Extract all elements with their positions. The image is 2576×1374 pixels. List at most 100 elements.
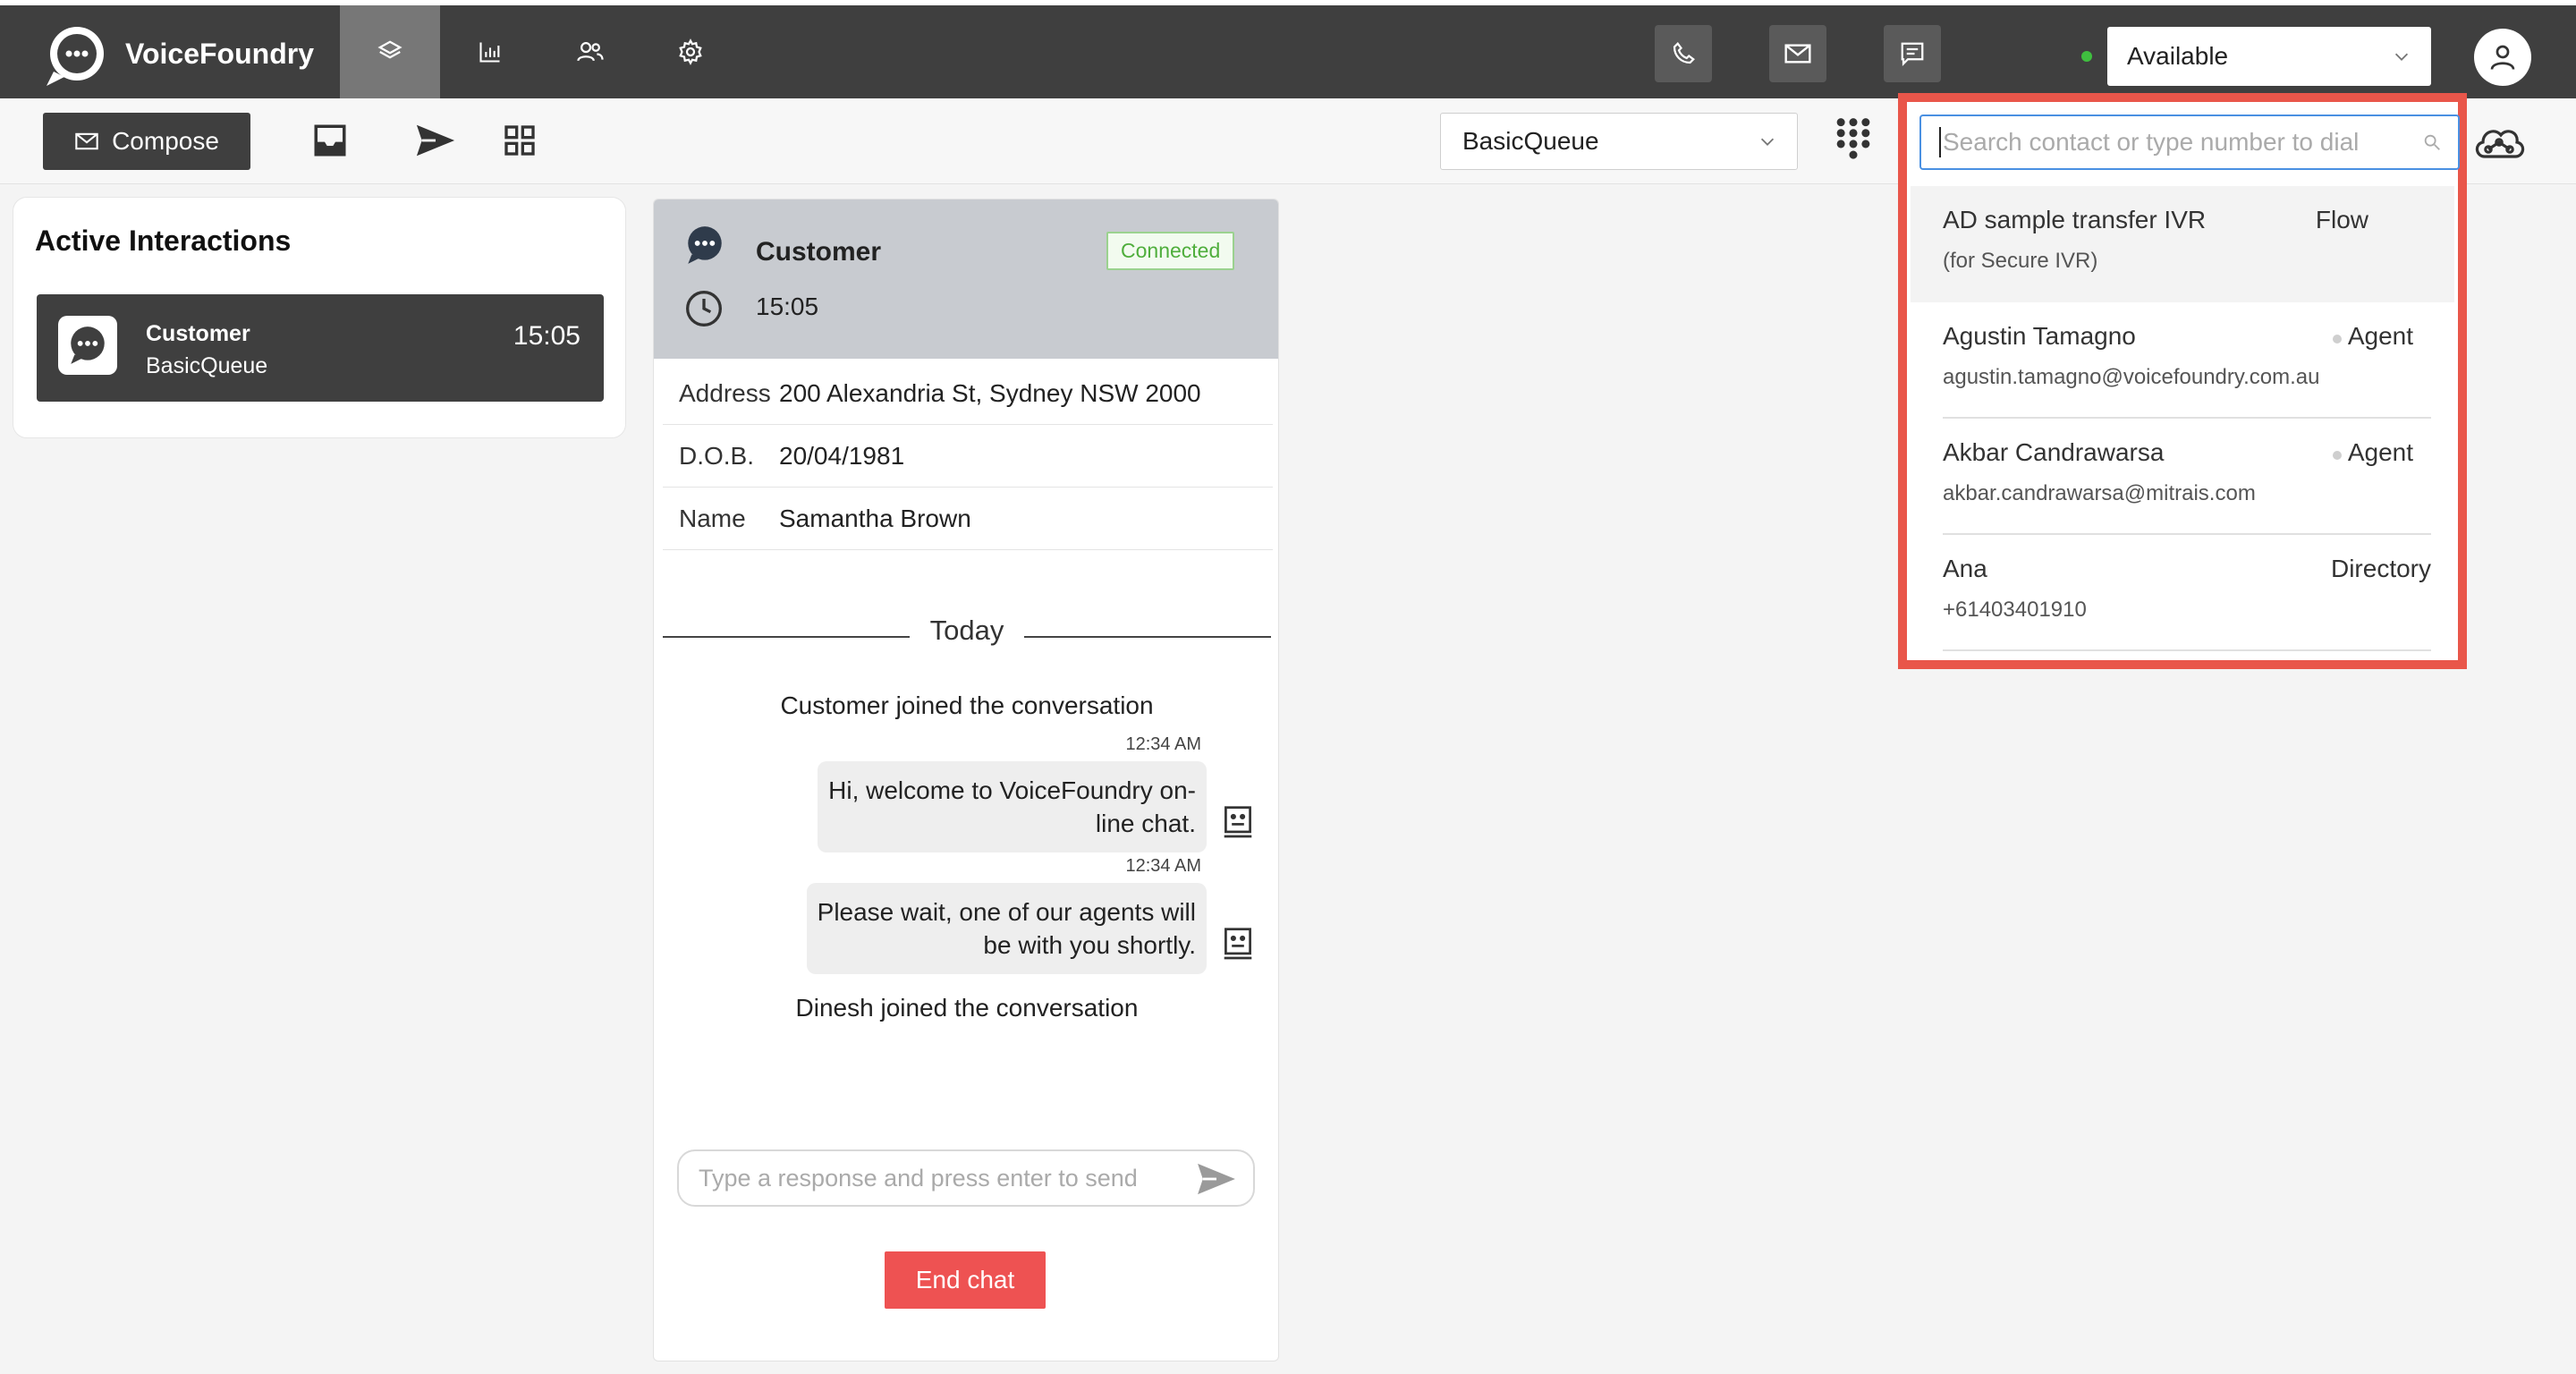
message-icon [1901, 42, 1924, 66]
mail-icon [1784, 44, 1811, 64]
agent-status-select[interactable]: Available [2107, 27, 2431, 86]
contact-search-input[interactable]: Search contact or type number to dial [1919, 114, 2460, 170]
message-line: Please wait, one of our agents will [817, 898, 1196, 926]
message-timestamp: 12:34 AM [1125, 734, 1201, 754]
result-detail: akbar.candrawarsa@mitrais.com [1943, 481, 2256, 505]
users-icon [577, 42, 604, 62]
message-line: line chat. [1095, 810, 1196, 837]
interaction-customer-name: Customer [146, 321, 250, 346]
user-icon [2490, 45, 2515, 70]
queue-select[interactable]: BasicQueue [1440, 113, 1798, 170]
active-interactions-title: Active Interactions [35, 225, 292, 257]
email-channel-button[interactable] [1769, 25, 1826, 82]
search-placeholder: Search contact or type number to dial [1943, 128, 2360, 156]
result-detail: (for Secure IVR) [1943, 249, 2098, 273]
result-name: Agustin Tamagno [1943, 322, 2136, 350]
app-name: VoiceFoundry [125, 38, 314, 70]
info-value: 200 Alexandria St, Sydney NSW 2000 [779, 378, 1201, 407]
queue-select-value: BasicQueue [1462, 127, 1599, 155]
send-icon[interactable] [1196, 1162, 1237, 1196]
customer-info-row: Name Samantha Brown [663, 488, 1273, 550]
gear-icon [679, 38, 702, 65]
outbox-button[interactable] [413, 118, 458, 163]
chat-panel: Customer Connected 15:05 Address 200 Ale… [653, 199, 1279, 1361]
chat-bubble-icon [682, 223, 727, 267]
chat-elapsed-time: 15:05 [756, 293, 819, 320]
active-interactions-panel: Active Interactions Customer BasicQueue … [13, 197, 626, 438]
cloud-network-icon [2475, 130, 2525, 158]
chat-header: Customer Connected 15:05 [654, 199, 1278, 359]
voicefoundry-logo-icon [41, 23, 111, 89]
dialpad-icon [1836, 118, 1870, 159]
search-result-item[interactable]: AD sample transfer IVR (for Secure IVR) … [1911, 186, 2454, 302]
layers-icon [377, 40, 402, 59]
interaction-card[interactable]: Customer BasicQueue 15:05 [37, 294, 604, 402]
dialpad-button[interactable] [1830, 114, 1877, 161]
text-caret [1939, 127, 1941, 157]
agent-status-dot [2333, 451, 2342, 460]
result-detail: agustin.tamagno@voicefoundry.com.au [1943, 365, 2320, 389]
chat-customer-name: Customer [756, 237, 882, 267]
top-navigation-bar: VoiceFoundry Available [0, 0, 2576, 98]
end-chat-button[interactable]: End chat [885, 1251, 1046, 1309]
reply-placeholder: Type a response and press enter to send [699, 1164, 1138, 1192]
connection-status-badge: Connected [1106, 232, 1235, 270]
nav-tab-settings[interactable] [640, 5, 741, 98]
system-message: Dinesh joined the conversation [795, 994, 1139, 1022]
agent-status-value: Available [2127, 42, 2229, 70]
send-icon [416, 124, 455, 157]
divider-line [663, 636, 910, 638]
inbox-button[interactable] [308, 118, 352, 163]
bar-chart-icon [479, 42, 500, 63]
chevron-down-icon [2394, 53, 2409, 61]
result-type: Agent [2347, 322, 2413, 350]
chat-channel-button[interactable] [1884, 25, 1941, 82]
message-bubble: Please wait, one of our agents will be w… [806, 883, 1207, 974]
search-icon [2424, 134, 2440, 150]
chat-reply-input[interactable]: Type a response and press enter to send [677, 1149, 1255, 1207]
interaction-timer: 15:05 [513, 321, 580, 351]
phone-icon [1673, 42, 1695, 64]
result-separator [1943, 649, 2431, 651]
user-avatar-button[interactable] [2474, 29, 2531, 86]
bot-icon [1223, 804, 1253, 838]
phone-channel-button[interactable] [1655, 25, 1712, 82]
interaction-queue: BasicQueue [146, 353, 268, 378]
divider-line [1024, 636, 1271, 638]
chat-bubble-icon [58, 316, 117, 375]
message-timestamp: 12:34 AM [1125, 856, 1201, 876]
bot-icon [1223, 926, 1253, 960]
search-result-item[interactable]: Ana +61403401910 Directory [1911, 535, 2454, 651]
result-name: Akbar Candrawarsa [1943, 438, 2165, 466]
result-name: AD sample transfer IVR [1943, 206, 2207, 233]
compose-button[interactable]: Compose [43, 113, 250, 170]
agent-status-dot [2333, 335, 2342, 344]
message-line: Hi, welcome to VoiceFoundry on- [828, 776, 1196, 804]
nav-tab-contacts[interactable] [540, 5, 640, 98]
message-bubble: Hi, welcome to VoiceFoundry on- line cha… [818, 761, 1207, 852]
nav-tab-reports[interactable] [440, 5, 540, 98]
search-result-item[interactable]: Agustin Tamagno agustin.tamagno@voicefou… [1911, 302, 2454, 419]
message-line: be with you shortly. [983, 931, 1196, 959]
grid-icon [504, 125, 535, 156]
result-name: Ana [1943, 555, 1987, 582]
mail-icon [75, 132, 98, 150]
compose-label: Compose [112, 127, 219, 155]
customer-info-row: Address 200 Alexandria St, Sydney NSW 20… [663, 362, 1273, 425]
date-divider-label: Today [929, 615, 1004, 646]
result-type: Directory [2330, 555, 2431, 582]
info-label: D.O.B. [679, 441, 755, 470]
system-message: Customer joined the conversation [780, 691, 1154, 719]
info-value: Samantha Brown [779, 504, 971, 532]
search-result-item[interactable]: Akbar Candrawarsa akbar.candrawarsa@mitr… [1911, 419, 2454, 535]
inbox-icon [314, 124, 346, 157]
info-value: 20/04/1981 [779, 441, 905, 470]
grid-view-button[interactable] [497, 118, 542, 163]
chevron-down-icon [1760, 138, 1775, 146]
info-label: Address [679, 378, 771, 407]
nav-tab-workspace[interactable] [340, 5, 440, 98]
clock-icon [684, 289, 724, 328]
customer-info-row: D.O.B. 20/04/1981 [663, 425, 1273, 488]
contact-search-dropdown: Search contact or type number to dial AD… [1898, 93, 2467, 669]
connect-cloud-button[interactable] [2470, 116, 2528, 168]
